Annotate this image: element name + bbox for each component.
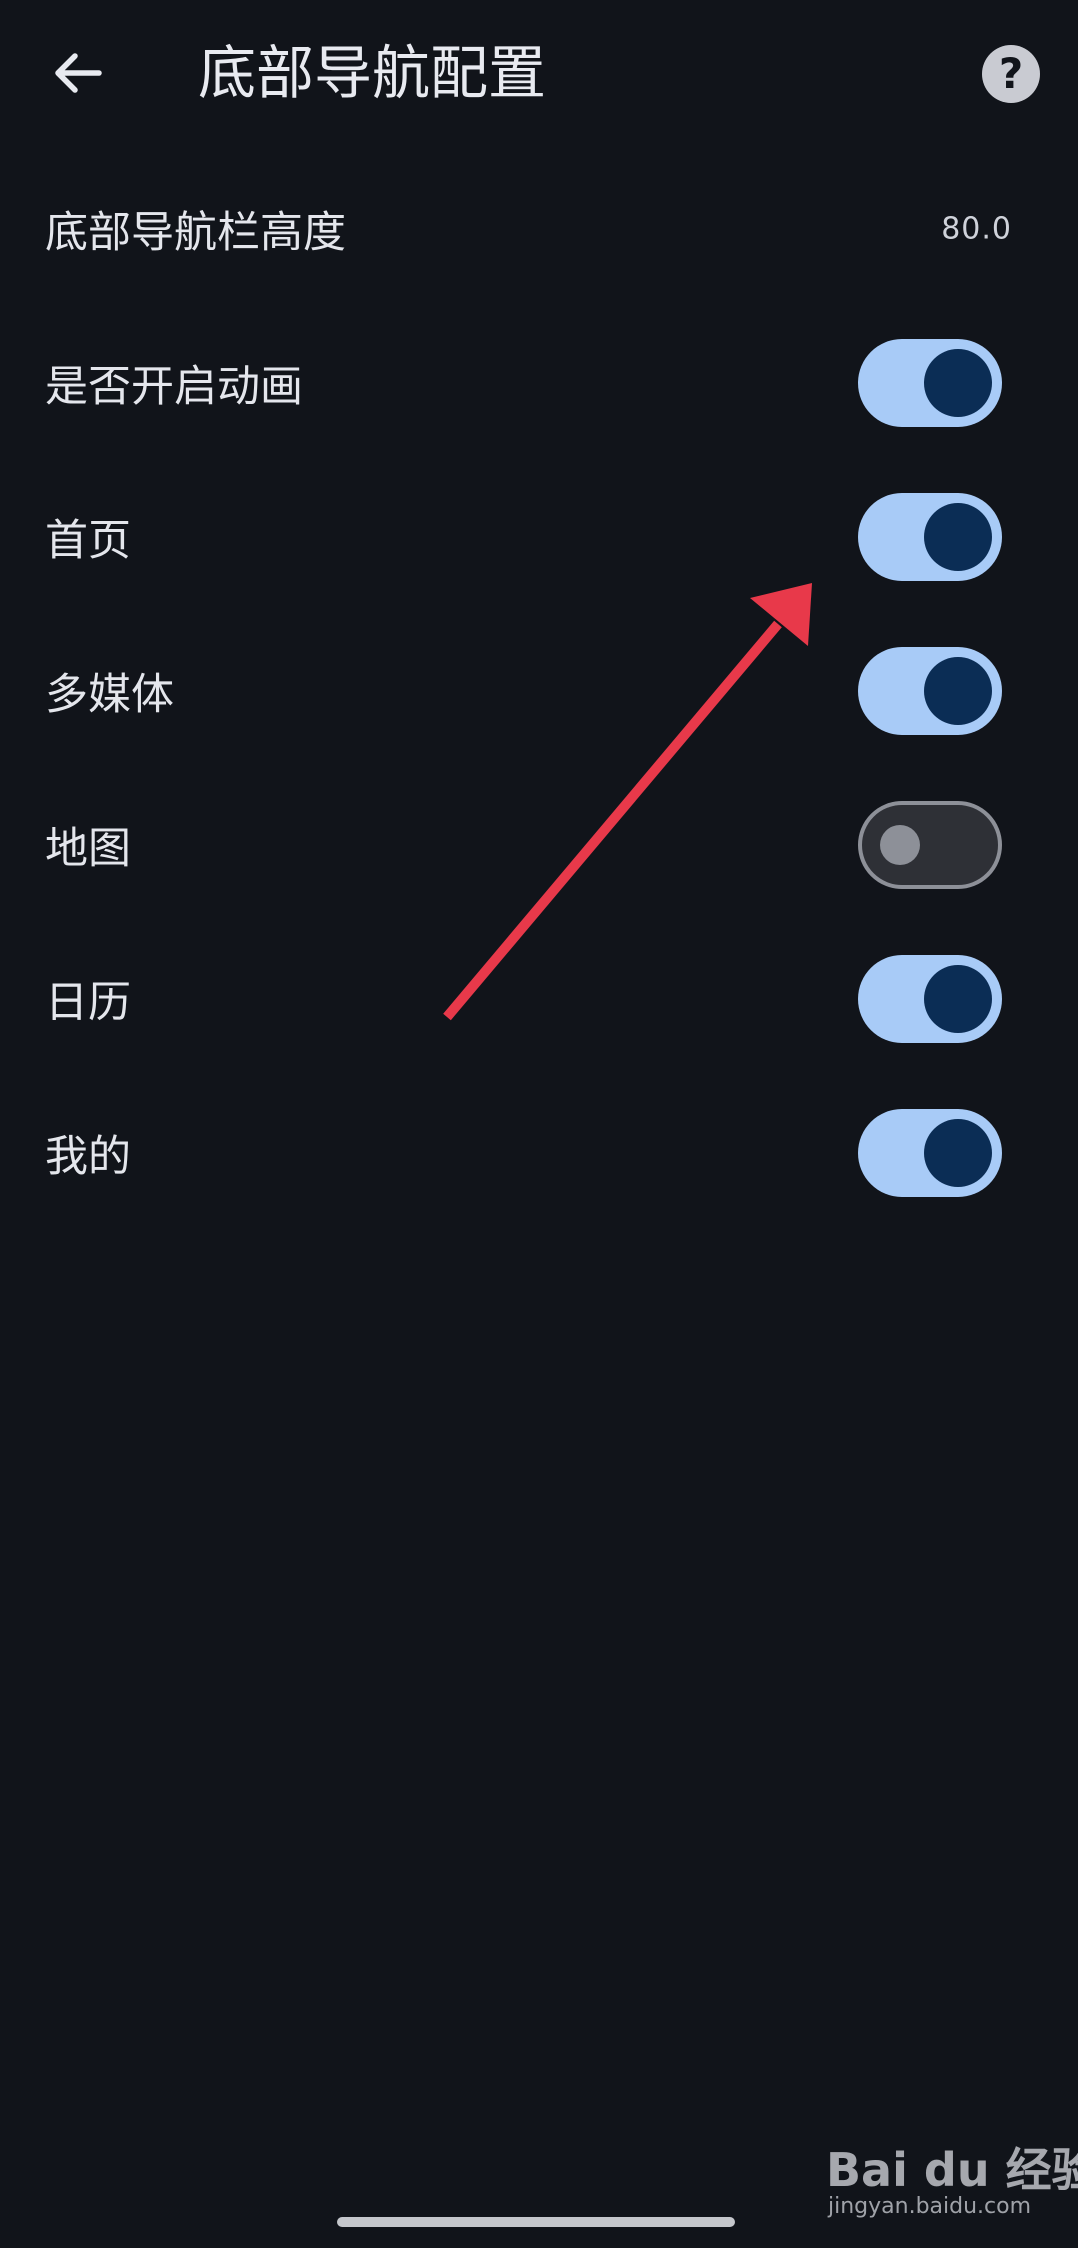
switch-thumb xyxy=(924,1119,992,1187)
switch-thumb xyxy=(880,825,920,865)
switch-thumb xyxy=(924,503,992,571)
setting-row-multimedia: 多媒体 xyxy=(0,614,1078,768)
back-button[interactable] xyxy=(40,36,114,110)
home-indicator[interactable] xyxy=(337,2217,735,2227)
setting-label: 地图 xyxy=(45,824,131,874)
home-switch[interactable] xyxy=(858,493,1002,581)
watermark-url: jingyan.baidu.com xyxy=(828,2194,1032,2219)
calendar-switch[interactable] xyxy=(858,955,1002,1043)
setting-row-mine: 我的 xyxy=(0,1076,1078,1230)
setting-label: 首页 xyxy=(45,516,131,566)
multimedia-switch[interactable] xyxy=(858,647,1002,735)
page-title: 底部导航配置 xyxy=(198,39,547,107)
setting-label: 是否开启动画 xyxy=(45,362,303,412)
setting-row-home: 首页 xyxy=(0,460,1078,614)
arrow-left-icon xyxy=(55,53,102,93)
setting-row-animation: 是否开启动画 xyxy=(0,306,1078,460)
watermark-logo: Bai du 经验 xyxy=(826,2143,1078,2197)
setting-label: 我的 xyxy=(45,1132,131,1182)
switch-thumb xyxy=(924,657,992,725)
setting-label: 底部导航栏高度 xyxy=(45,208,346,258)
mine-switch[interactable] xyxy=(858,1109,1002,1197)
setting-row-calendar: 日历 xyxy=(0,922,1078,1076)
animation-switch[interactable] xyxy=(858,339,1002,427)
baidu-jingyan-watermark: Bai du 经验 jingyan.baidu.com xyxy=(826,2120,1078,2232)
nav-height-value: 80.0 xyxy=(941,211,1012,247)
setting-label: 多媒体 xyxy=(45,670,174,720)
switch-thumb xyxy=(924,965,992,1033)
setting-row-nav-height[interactable]: 底部导航栏高度 80.0 xyxy=(0,152,1078,306)
app-bar: 底部导航配置 ? xyxy=(0,0,1078,150)
help-button[interactable]: ? xyxy=(982,45,1040,103)
map-switch[interactable] xyxy=(858,801,1002,889)
setting-label: 日历 xyxy=(45,978,131,1028)
question-mark-icon: ? xyxy=(998,49,1024,98)
setting-row-map: 地图 xyxy=(0,768,1078,922)
switch-thumb xyxy=(924,349,992,417)
